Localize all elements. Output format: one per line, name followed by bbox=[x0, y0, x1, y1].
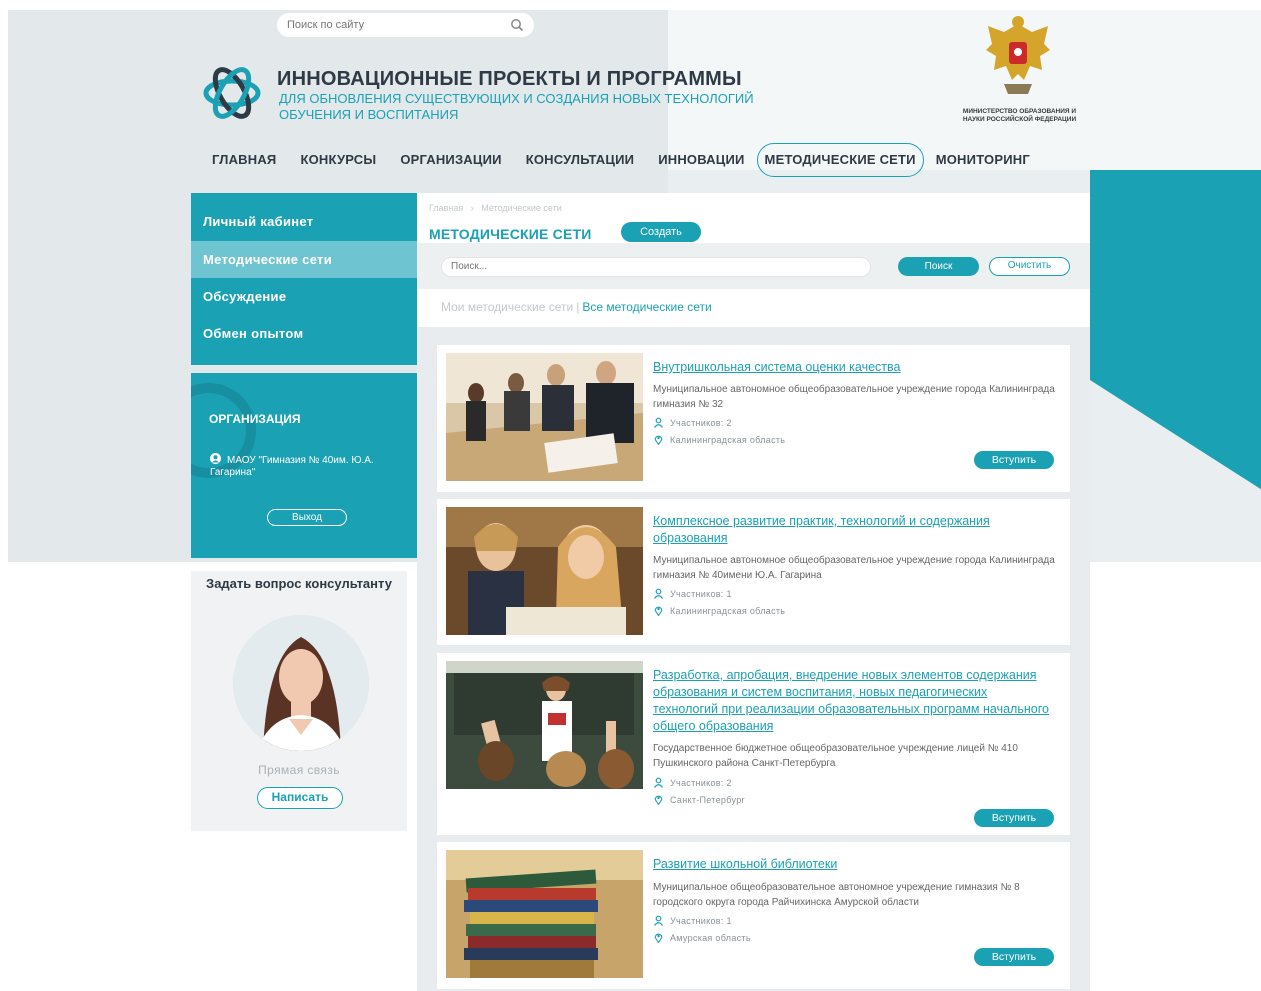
nav-item-methodical-networks[interactable]: МЕТОДИЧЕСКИЕ СЕТИ bbox=[756, 143, 924, 177]
card-participants: Участников: 1 bbox=[653, 588, 732, 599]
card-region: Калининградская область bbox=[653, 605, 785, 616]
user-icon bbox=[654, 777, 663, 788]
page-title: МЕТОДИЧЕСКИЕ СЕТИ bbox=[429, 226, 592, 242]
user-icon bbox=[654, 915, 663, 926]
card-region-text: Амурская область bbox=[670, 933, 751, 943]
breadcrumb-current: Методические сети bbox=[481, 203, 562, 213]
main-content: Главная › Методические сети МЕТОДИЧЕСКИЕ… bbox=[417, 193, 1090, 991]
nav-item-consultations[interactable]: КОНСУЛЬТАЦИИ bbox=[514, 143, 647, 177]
card-image bbox=[446, 507, 643, 635]
card-region: Калининградская область bbox=[653, 434, 785, 445]
card-region-text: Калининградская область bbox=[670, 606, 786, 616]
nav-item-monitoring[interactable]: МОНИТОРИНГ bbox=[924, 143, 1042, 177]
network-card: Внутришкольная система оценки качества М… bbox=[437, 345, 1070, 492]
network-card: Разработка, апробация, внедрение новых э… bbox=[437, 653, 1070, 835]
card-participants-text: Участников: 1 bbox=[670, 916, 732, 926]
card-title[interactable]: Внутришкольная система оценки качества bbox=[653, 359, 1053, 376]
main-nav: ГЛАВНАЯ КОНКУРСЫ ОРГАНИЗАЦИИ КОНСУЛЬТАЦИ… bbox=[200, 143, 1042, 177]
sidebar-item-methodical-networks[interactable]: Методические сети bbox=[191, 241, 417, 278]
nav-item-innovations[interactable]: ИННОВАЦИИ bbox=[646, 143, 756, 177]
clear-button[interactable]: Очистить bbox=[989, 257, 1070, 276]
ministry-label: МИНИСТЕРСТВО ОБРАЗОВАНИЯ И НАУКИ РОССИЙС… bbox=[962, 108, 1077, 123]
consultant-title: Задать вопрос консультанту bbox=[206, 576, 392, 591]
sidebar-item-personal-account[interactable]: Личный кабинет bbox=[191, 193, 417, 241]
nav-item-organizations[interactable]: ОРГАНИЗАЦИИ bbox=[388, 143, 513, 177]
card-participants: Участников: 2 bbox=[653, 777, 732, 788]
card-description: Муниципальное автономное общеобразовател… bbox=[653, 555, 1055, 581]
sidebar-item-discussion[interactable]: Обсуждение bbox=[191, 278, 417, 315]
search-icon[interactable] bbox=[510, 18, 524, 32]
sidebar-item-experience-exchange[interactable]: Обмен опытом bbox=[191, 315, 417, 352]
card-participants: Участников: 1 bbox=[653, 915, 732, 926]
site-search-input[interactable] bbox=[287, 19, 510, 31]
nav-item-contests[interactable]: КОНКУРСЫ bbox=[288, 143, 388, 177]
students-photo-icon bbox=[446, 507, 643, 635]
card-description: Муниципальное автономное общеобразовател… bbox=[653, 384, 1055, 410]
organization-name: МАОУ "Гимназия № 40им. Ю.А. Гагарина" bbox=[210, 455, 374, 478]
card-image bbox=[446, 353, 643, 481]
location-pin-icon bbox=[654, 933, 663, 943]
breadcrumb: Главная › Методические сети bbox=[429, 203, 562, 213]
consultant-photo-icon bbox=[233, 615, 369, 751]
create-button[interactable]: Создать bbox=[621, 222, 701, 242]
direct-contact-label: Прямая связь bbox=[258, 763, 340, 777]
site-title: ИННОВАЦИОННЫЕ ПРОЕКТЫ И ПРОГРАММЫ bbox=[277, 68, 742, 90]
organization-name-row: МАОУ "Гимназия № 40им. Ю.А. Гагарина" bbox=[210, 453, 405, 479]
network-tabs: Мои методические сети | Все методические с… bbox=[441, 300, 712, 314]
coat-of-arms-icon bbox=[986, 16, 1050, 94]
nav-item-home[interactable]: ГЛАВНАЯ bbox=[200, 143, 288, 177]
tab-separator: | bbox=[576, 300, 580, 314]
network-card: Развитие школьной библиотеки Муниципальн… bbox=[437, 842, 1070, 989]
organization-title: ОРГАНИЗАЦИЯ bbox=[209, 412, 301, 426]
card-title[interactable]: Комплексное развитие практик, технологий… bbox=[653, 513, 1053, 547]
consultant-avatar bbox=[233, 615, 369, 751]
join-button[interactable]: Вступить bbox=[974, 451, 1054, 469]
card-image bbox=[446, 661, 643, 789]
location-pin-icon bbox=[654, 435, 663, 445]
network-card: Комплексное развитие практик, технологий… bbox=[437, 499, 1070, 645]
site-logo-icon[interactable] bbox=[199, 60, 265, 126]
site-subtitle: ДЛЯ ОБНОВЛЕНИЯ СУЩЕСТВУЮЩИХ И СОЗДАНИЯ Н… bbox=[279, 91, 754, 122]
sidebar-menu: Личный кабинет Методические сети Обсужде… bbox=[191, 193, 417, 365]
card-region-text: Калининградская область bbox=[670, 435, 786, 445]
books-photo-icon bbox=[446, 850, 643, 978]
search-bar: Поиск... Поиск Очистить bbox=[417, 243, 1090, 289]
tab-all-networks[interactable]: Все методические сети bbox=[582, 300, 711, 314]
organization-panel: ОРГАНИЗАЦИЯ МАОУ "Гимназия № 40им. Ю.А. … bbox=[191, 373, 417, 558]
network-search-input[interactable]: Поиск... bbox=[441, 257, 871, 277]
card-image bbox=[446, 850, 643, 978]
location-pin-icon bbox=[654, 606, 663, 616]
meeting-photo-icon bbox=[446, 353, 643, 481]
card-description: Государственное бюджетное общеобразовате… bbox=[653, 743, 1018, 769]
card-description: Муниципальное общеобразовательное автоно… bbox=[653, 882, 1020, 908]
tab-my-networks[interactable]: Мои методические сети bbox=[441, 300, 573, 314]
card-region: Санкт-Петербург bbox=[653, 794, 745, 805]
consultant-panel: Задать вопрос консультанту Прямая связь … bbox=[191, 571, 407, 831]
breadcrumb-home[interactable]: Главная bbox=[429, 203, 463, 213]
logout-button[interactable]: Выход bbox=[267, 509, 347, 526]
site-search[interactable] bbox=[277, 13, 534, 37]
card-participants-text: Участников: 2 bbox=[670, 778, 732, 788]
join-button[interactable]: Вступить bbox=[974, 948, 1054, 966]
card-region-text: Санкт-Петербург bbox=[670, 795, 746, 805]
card-participants: Участников: 2 bbox=[653, 417, 732, 428]
user-icon bbox=[210, 453, 221, 464]
main-header: Главная › Методические сети МЕТОДИЧЕСКИЕ… bbox=[417, 193, 1090, 327]
card-region: Амурская область bbox=[653, 932, 751, 943]
search-button[interactable]: Поиск bbox=[898, 257, 979, 276]
user-icon bbox=[654, 588, 663, 599]
join-button[interactable]: Вступить bbox=[974, 809, 1054, 827]
user-icon bbox=[654, 417, 663, 428]
breadcrumb-separator: › bbox=[470, 203, 474, 213]
write-button[interactable]: Написать bbox=[257, 787, 343, 809]
card-participants-text: Участников: 1 bbox=[670, 589, 732, 599]
classroom-photo-icon bbox=[446, 661, 643, 789]
location-pin-icon bbox=[654, 795, 663, 805]
card-title[interactable]: Разработка, апробация, внедрение новых э… bbox=[653, 667, 1053, 735]
card-title[interactable]: Развитие школьной библиотеки bbox=[653, 856, 1053, 873]
card-participants-text: Участников: 2 bbox=[670, 418, 732, 428]
